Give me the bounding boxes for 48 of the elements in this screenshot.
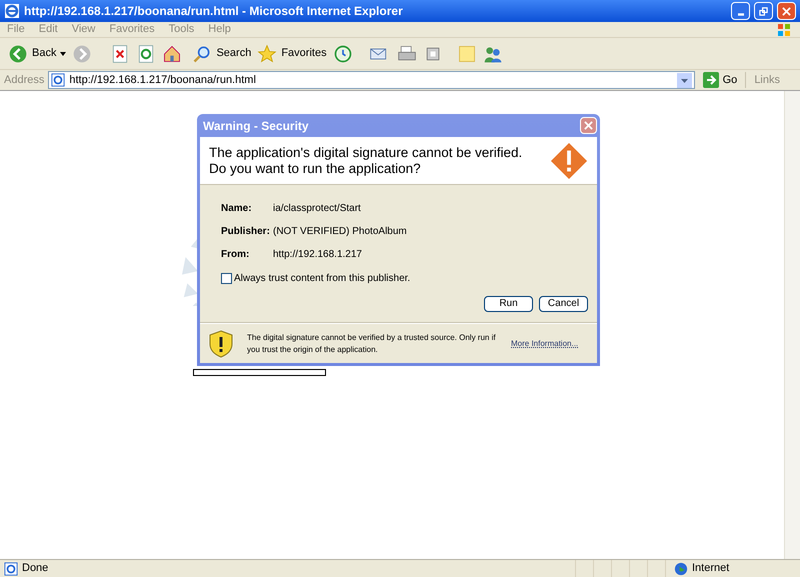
restore-icon xyxy=(759,6,768,16)
field-value: http://192.168.1.217 xyxy=(273,248,362,262)
printer-icon[interactable] xyxy=(396,44,417,64)
status-text: Done xyxy=(22,561,48,576)
history-icon[interactable] xyxy=(332,44,353,64)
field-label: From: xyxy=(221,248,250,262)
page-icon xyxy=(51,73,66,87)
dropdown-icon[interactable] xyxy=(676,72,692,88)
browser-icon xyxy=(4,3,20,19)
run-button[interactable]: Run xyxy=(484,296,533,312)
back-button[interactable]: Back xyxy=(8,44,66,64)
globe-icon xyxy=(674,562,688,576)
minimize-button[interactable] xyxy=(731,2,750,20)
close-button[interactable] xyxy=(777,2,796,20)
caret-icon xyxy=(60,52,66,56)
cancel-button[interactable]: Cancel xyxy=(539,296,588,312)
zone-text: Internet xyxy=(692,561,730,576)
favorites-button[interactable]: Favorites xyxy=(257,44,327,64)
go-button[interactable]: Go xyxy=(698,72,742,88)
field-label: Publisher: xyxy=(221,225,271,239)
close-icon xyxy=(584,121,593,130)
field-value: (NOT VERIFIED) PhotoAlbum xyxy=(273,225,407,239)
dialog-heading: The application's digital signature cannot be verified. xyxy=(209,144,524,160)
address-label: Address xyxy=(4,72,44,88)
close-icon xyxy=(782,6,791,16)
page-icon xyxy=(4,562,18,576)
scrollbar[interactable] xyxy=(784,91,800,559)
dialog-title: Warning - Security xyxy=(203,118,310,134)
address-field[interactable]: http://192.168.1.217/boonana/run.html xyxy=(48,71,695,89)
window-title: http://192.168.1.217/boonana/run.html - Microsoft Internet Explorer xyxy=(24,3,404,20)
field-value: ia/classprotect/Start xyxy=(273,202,361,216)
search-button[interactable]: Search xyxy=(192,44,252,64)
dialog-question: Do you want to run the application? xyxy=(209,160,422,176)
warning-diamond-icon xyxy=(550,142,588,180)
search-icon xyxy=(192,44,212,64)
minimize-icon xyxy=(738,12,744,16)
windows-logo-icon xyxy=(776,22,792,38)
loading-gear-icon xyxy=(182,238,198,306)
footer-text: The digital signature cannot be verified by a trusted source. Only run if you trust the origin of the application. xyxy=(247,332,497,356)
close-button[interactable] xyxy=(580,117,597,134)
field-label: Name: xyxy=(221,202,253,216)
home-icon[interactable] xyxy=(162,44,182,64)
trust-checkbox[interactable]: Always trust content from this publisher. xyxy=(221,271,597,286)
go-arrow-icon xyxy=(702,72,719,88)
more-information-link[interactable]: More Information... xyxy=(511,338,578,350)
warning-shield-icon xyxy=(209,330,233,358)
restore-button[interactable] xyxy=(754,2,773,20)
star-icon xyxy=(257,44,278,64)
